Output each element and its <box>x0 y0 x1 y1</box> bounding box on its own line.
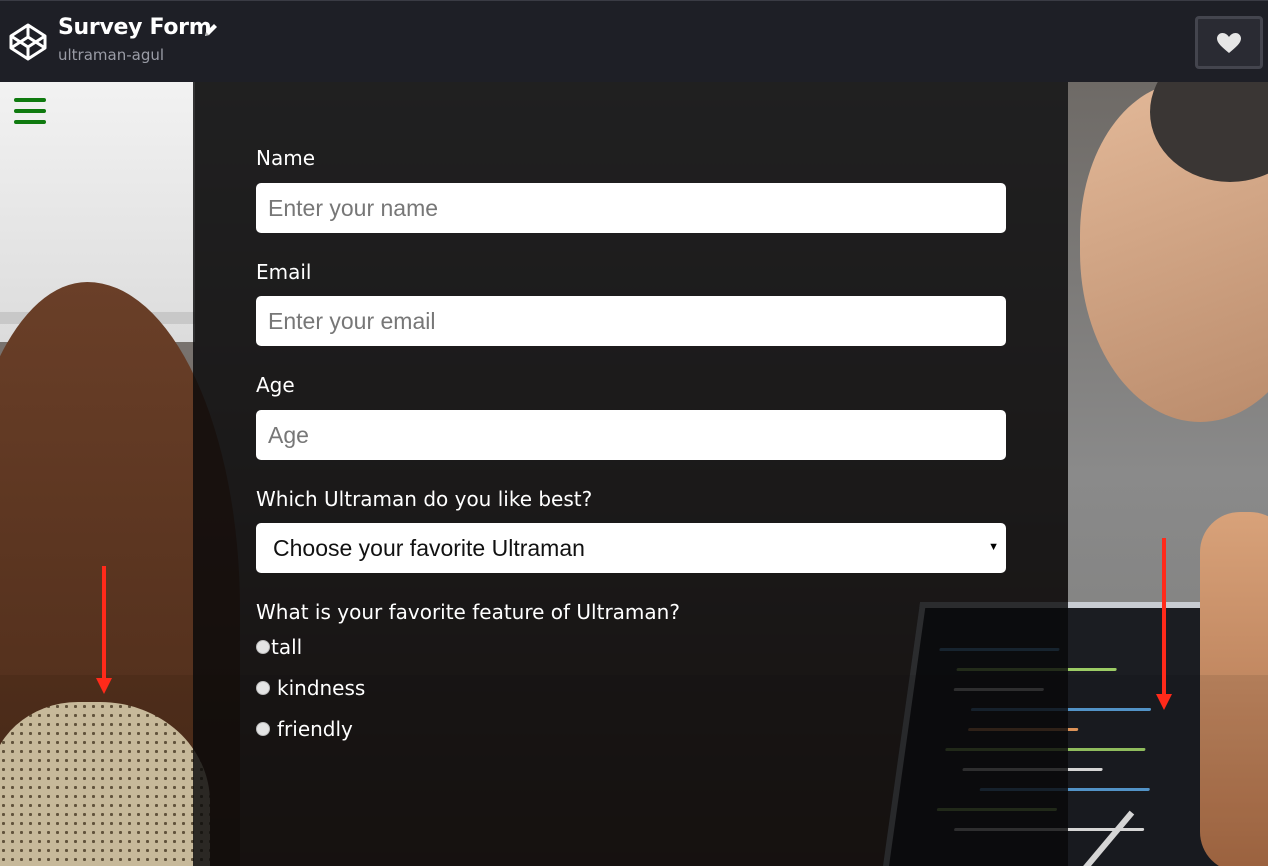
annotation-arrow-left <box>96 566 112 694</box>
feature-option-label: kindness <box>277 676 366 700</box>
feature-option-label: tall <box>271 635 303 659</box>
like-button[interactable] <box>1195 16 1263 69</box>
hamburger-menu-icon[interactable] <box>14 98 46 126</box>
name-input[interactable] <box>256 183 1006 233</box>
codepen-logo-icon[interactable] <box>8 22 48 62</box>
feature-option-kindness[interactable]: kindness <box>256 676 365 700</box>
annotation-arrow-right <box>1156 538 1172 710</box>
feature-question: What is your favorite feature of Ultrama… <box>256 600 680 624</box>
chevron-down-icon: ▼ <box>988 541 999 553</box>
radio-button[interactable] <box>256 722 270 736</box>
ultraman-dropdown-label: Which Ultraman do you like best? <box>256 487 593 511</box>
email-label: Email <box>256 260 312 284</box>
dropdown-selected-value: Choose your favorite Ultraman <box>273 534 585 561</box>
top-bar: Survey Form ultraman-agul <box>0 0 1268 82</box>
feature-option-tall[interactable]: tall <box>256 635 302 659</box>
heart-icon <box>1217 32 1241 53</box>
feature-option-label: friendly <box>277 717 353 741</box>
author-name[interactable]: ultraman-agul <box>58 46 164 64</box>
email-input[interactable] <box>256 296 1006 346</box>
age-label: Age <box>256 373 295 397</box>
page-title[interactable]: Survey Form <box>58 15 212 40</box>
name-label: Name <box>256 146 316 170</box>
radio-button[interactable] <box>256 681 270 695</box>
age-input[interactable] <box>256 410 1006 460</box>
survey-form: Name Email Age Which Ultraman do you lik… <box>193 82 1068 866</box>
ultraman-dropdown[interactable]: Choose your favorite Ultraman ▼ <box>256 523 1006 573</box>
radio-button[interactable] <box>256 640 270 654</box>
feature-option-friendly[interactable]: friendly <box>256 717 353 741</box>
pencil-icon[interactable] <box>202 21 220 39</box>
